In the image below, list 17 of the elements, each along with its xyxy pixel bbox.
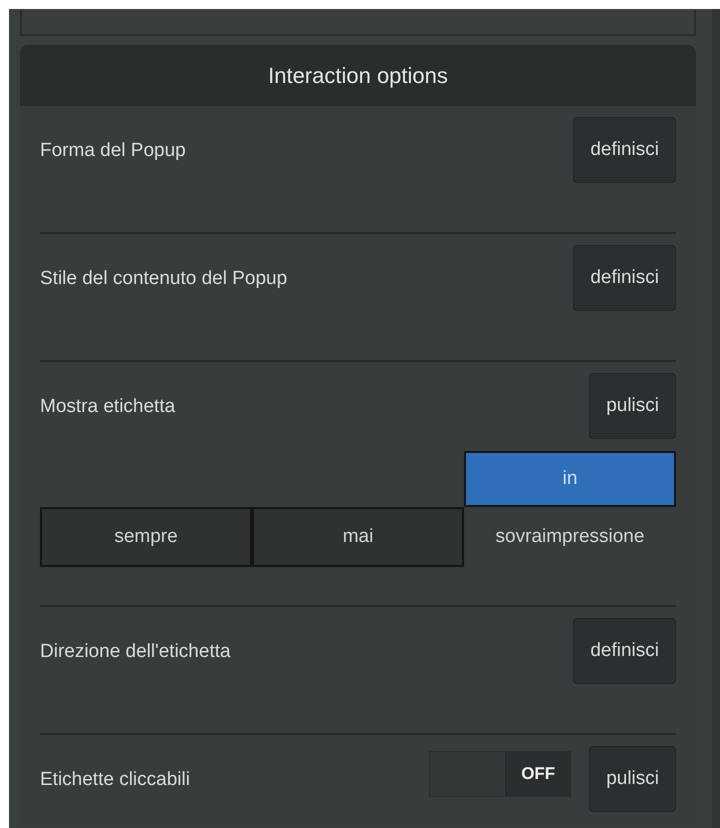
action-button[interactable]: definisci (573, 245, 676, 311)
toggle-switch[interactable]: OFF (429, 751, 572, 797)
action-button[interactable]: definisci (573, 117, 676, 183)
option-label: Forma del Popup (40, 139, 186, 163)
option-button[interactable]: sempre (40, 507, 252, 567)
option-label: Etichette cliccabili (40, 768, 190, 792)
option-label: Mostra etichetta (40, 395, 176, 419)
action-button[interactable]: pulisci (589, 746, 676, 812)
option-label: Stile del contenuto del Popup (40, 267, 288, 291)
option-button[interactable]: in (464, 451, 676, 507)
option-overflow-text: sovraimpressione (496, 524, 644, 549)
toggle-state-text: OFF (521, 763, 556, 786)
option-button[interactable]: mai (252, 507, 464, 567)
option-label: Direzione dell'etichetta (40, 640, 231, 664)
card-title: Interaction options (268, 62, 448, 90)
action-button[interactable]: definisci (573, 618, 676, 684)
action-button[interactable]: pulisci (589, 373, 676, 439)
